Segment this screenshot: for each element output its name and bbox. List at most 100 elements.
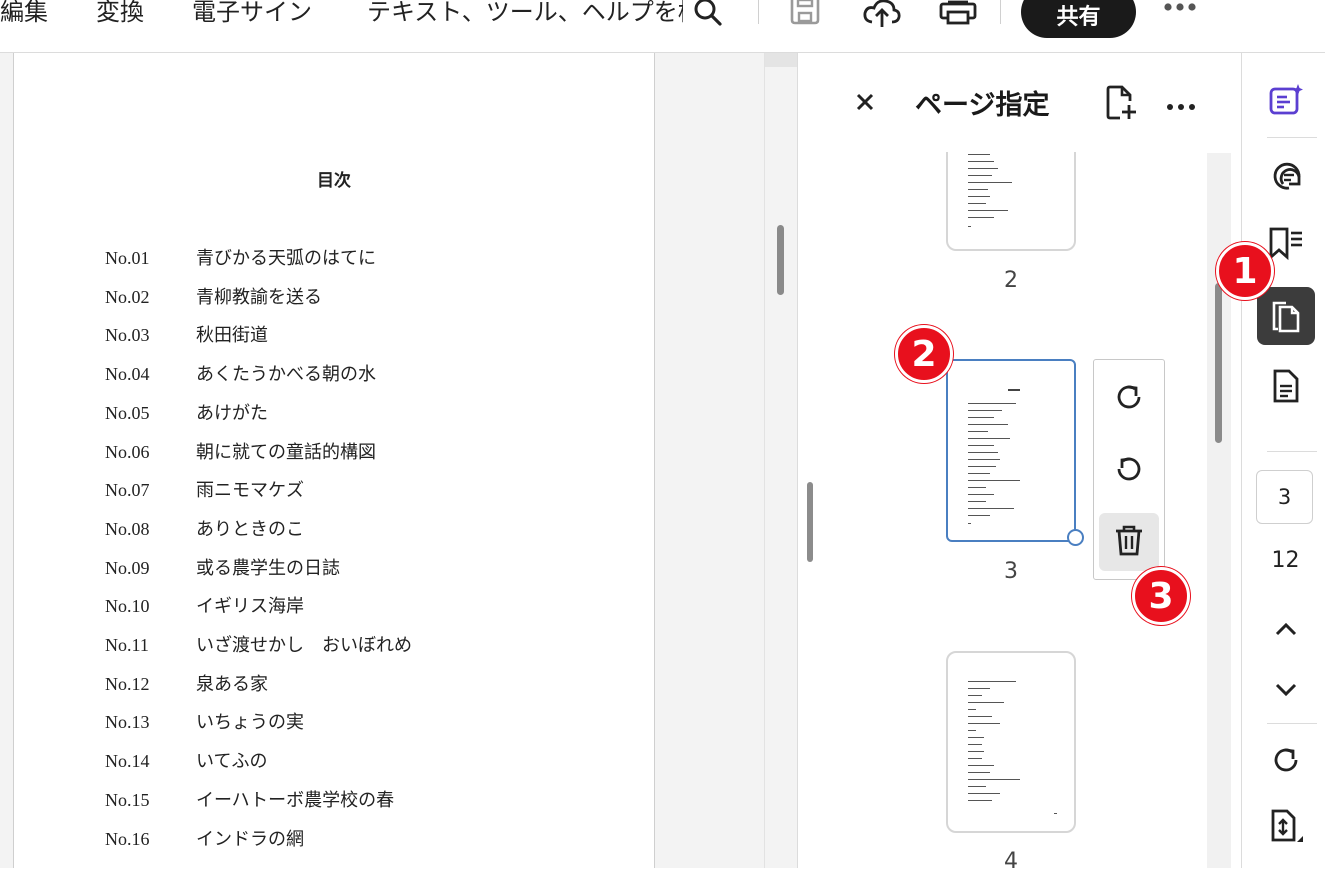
panel-scrollbar-thumb[interactable] [1215, 283, 1222, 443]
insert-page-icon[interactable] [1104, 85, 1138, 125]
rotate-counterclockwise-icon [1113, 453, 1145, 489]
toc-number: No.11 [105, 635, 149, 655]
rail-divider [1267, 137, 1317, 138]
toc-number: No.07 [105, 480, 150, 501]
toc-number: No.02 [105, 286, 150, 307]
toolbar-divider [758, 0, 759, 24]
panel-more-icon[interactable] [1166, 97, 1196, 116]
scrollbar-top-cap [765, 53, 797, 67]
search-icon[interactable] [692, 0, 724, 30]
page-thumbnail-3[interactable] [946, 359, 1076, 542]
toc-number: No.09 [105, 557, 150, 578]
toc-number: No.15 [105, 789, 150, 810]
document-title: 目次 [317, 171, 351, 191]
delete-page-button[interactable] [1099, 513, 1159, 571]
organize-pages-panel: ページ指定 2 3 4 [797, 53, 1241, 874]
rotate-clockwise-icon [1113, 381, 1145, 417]
toc-row: No.01 青びかる天弧のはてに [105, 244, 376, 268]
page-number-4: 4 [1004, 849, 1018, 874]
toolbar-divider [1000, 0, 1001, 24]
cloud-upload-icon[interactable] [862, 0, 902, 30]
toc-row: No.15 イーハトーボ農学校の春 [105, 786, 394, 810]
chevron-down-icon[interactable] [1257, 661, 1315, 719]
total-pages: 12 [1271, 548, 1300, 573]
toc-number: No.16 [105, 828, 150, 849]
organize-pages-icon[interactable] [1257, 287, 1315, 345]
callout-badge-3: 3 [1132, 567, 1190, 625]
search-box[interactable]: テキスト、ツール、ヘルプを検索 [367, 0, 683, 26]
page-thumbnail-2[interactable] [946, 152, 1076, 251]
toc-row: No.02 青柳教諭を送る [105, 283, 322, 307]
trash-icon [1114, 524, 1144, 560]
document-page: 目次 No.01 青びかる天弧のはてに No.02 青柳教諭を送る No.03 秋田街道 N… [13, 53, 655, 868]
current-page-input[interactable]: 3 [1256, 470, 1313, 524]
toc-title: 秋田街道 [196, 325, 268, 346]
toc-row: No.10 イギリス海岸 [105, 592, 304, 616]
rail-divider [1267, 723, 1317, 724]
toc-number: No.04 [105, 364, 150, 385]
toc-title: あけがた [196, 402, 268, 423]
toc-row: No.07 雨ニモマケズ [105, 476, 304, 500]
comment-icon[interactable] [1257, 147, 1315, 205]
close-icon[interactable] [854, 91, 876, 117]
toc-row: No.08 ありときのこ [105, 515, 304, 539]
toc-number: No.10 [105, 596, 150, 617]
toc-title: いざ渡せかし おいぼれめ [196, 635, 412, 655]
rotate-view-icon[interactable] [1257, 731, 1315, 789]
menu-edit[interactable]: 編集 [0, 0, 48, 26]
toc-number: No.03 [105, 325, 150, 346]
rotate-clockwise-button[interactable] [1099, 370, 1159, 428]
page-actions-menu [1093, 359, 1165, 580]
page-number-3: 3 [1004, 559, 1018, 584]
callout-badge-2: 2 [895, 325, 953, 383]
panel-title: ページ指定 [915, 90, 1050, 121]
page-number-2: 2 [1004, 268, 1018, 293]
toc-row: No.16 インドラの網 [105, 825, 304, 849]
panel-resize-handle[interactable] [807, 482, 813, 562]
save-icon[interactable] [788, 0, 822, 30]
toc-number: No.14 [105, 751, 150, 772]
document-viewer[interactable]: 目次 No.01 青びかる天弧のはてに No.02 青柳教諭を送る No.03 秋田街道 N… [0, 53, 797, 868]
toc-number: No.01 [105, 248, 150, 268]
toc-title: いてふの [196, 751, 268, 772]
share-button[interactable]: 共有 [1021, 0, 1136, 38]
toc-row: No.12 泉ある家 [105, 670, 268, 694]
toc-row: No.09 或る農学生の日誌 [105, 554, 340, 578]
toc-title: いちょうの実 [196, 712, 304, 733]
toc-title: 青びかる天弧のはてに [196, 248, 376, 268]
document-scrollbar[interactable] [764, 53, 797, 868]
toc-title: イーハトーボ農学校の春 [196, 789, 395, 810]
scroll-mode-icon[interactable] [1257, 797, 1315, 855]
callout-badge-1: 1 [1216, 242, 1274, 300]
toc-title: 泉ある家 [196, 673, 268, 694]
toc-row: No.03 秋田街道 [105, 321, 268, 345]
toc-title: 朝に就ての童話的構図 [196, 441, 376, 462]
toc-number: No.13 [105, 712, 150, 733]
more-icon[interactable] [1160, 0, 1200, 30]
thumbnail-resize-handle[interactable] [1067, 529, 1084, 546]
toc-row: No.13 いちょうの実 [105, 708, 304, 732]
menu-esign[interactable]: 電子サイン [192, 0, 312, 26]
toc-row: No.04 あくたうかべる朝の水 [105, 360, 376, 384]
right-tool-rail: 3 12 [1241, 53, 1325, 868]
toc-number: No.08 [105, 518, 150, 539]
toc-title: イギリス海岸 [196, 596, 304, 617]
toc-title: 青柳教諭を送る [196, 286, 322, 307]
chevron-up-icon[interactable] [1257, 600, 1315, 658]
toc-number: No.12 [105, 673, 150, 694]
ai-assistant-icon[interactable] [1257, 71, 1315, 129]
toc-number: No.06 [105, 441, 150, 462]
menu-convert[interactable]: 変換 [96, 0, 144, 26]
toc-row: No.06 朝に就ての童話的構図 [105, 438, 376, 462]
print-icon[interactable] [938, 0, 978, 30]
page-thumbnails-icon[interactable] [1257, 357, 1315, 415]
rotate-counterclockwise-button[interactable] [1099, 442, 1159, 500]
document-scrollbar-thumb[interactable] [777, 225, 784, 295]
toc-title: インドラの網 [196, 828, 304, 849]
rail-divider [1267, 451, 1317, 452]
top-toolbar: 編集 変換 電子サイン テキスト、ツール、ヘルプを検索 共有 [0, 0, 1325, 53]
toc-number: No.05 [105, 402, 150, 423]
toc-title: ありときのこ [196, 518, 304, 539]
toc-row: No.14 いてふの [105, 747, 267, 771]
page-thumbnail-4[interactable] [946, 651, 1076, 833]
